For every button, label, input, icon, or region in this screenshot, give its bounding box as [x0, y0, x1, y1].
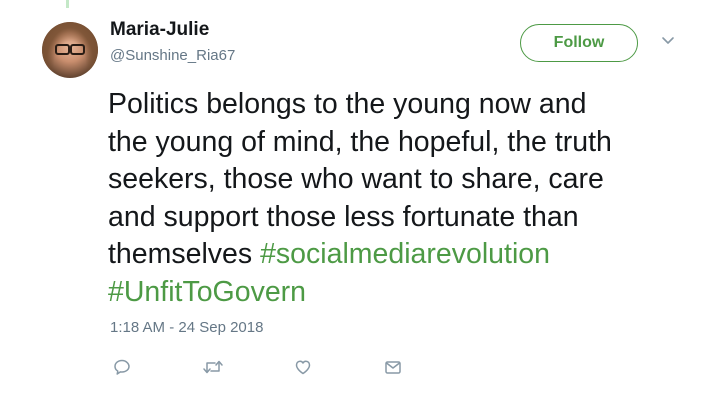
tweet-text-line: and support those less fortunate than [108, 200, 579, 233]
reply-icon [114, 359, 130, 375]
reply-button[interactable] [110, 355, 134, 379]
heart-icon [295, 360, 311, 375]
like-button[interactable] [291, 355, 315, 379]
avatar[interactable] [42, 22, 98, 78]
tweet-text-line: seekers, those who want to share, care [108, 163, 604, 195]
follow-button[interactable]: Follow [520, 24, 638, 62]
retweet-icon [203, 360, 223, 374]
user-handle[interactable]: @Sunshine_Ria67 [110, 47, 235, 64]
tweet-actions [108, 355, 428, 381]
tweet-card: Maria-Julie @Sunshine_Ria67 Follow Polit… [0, 0, 720, 407]
tweet-text-line: the young of mind, the hopeful, the trut… [108, 125, 612, 158]
direct-message-button[interactable] [381, 355, 405, 379]
tweet-timestamp[interactable]: 1:18 AM - 24 Sep 2018 [110, 319, 263, 336]
display-name[interactable]: Maria-Julie [110, 19, 209, 41]
hashtag-link[interactable]: #socialmediarevolution [260, 238, 550, 270]
retweet-button[interactable] [201, 355, 225, 379]
thread-line [66, 0, 69, 8]
hashtag-link[interactable]: #UnfitToGovern [108, 276, 306, 308]
tweet-text: Politics belongs to the young now and the… [108, 86, 708, 311]
avatar-glasses [55, 44, 85, 55]
chevron-down-icon[interactable] [661, 36, 675, 46]
tweet-text-line: themselves [108, 238, 261, 270]
tweet-text-line: Politics belongs to the young now and [108, 88, 587, 120]
envelope-icon [385, 361, 401, 374]
